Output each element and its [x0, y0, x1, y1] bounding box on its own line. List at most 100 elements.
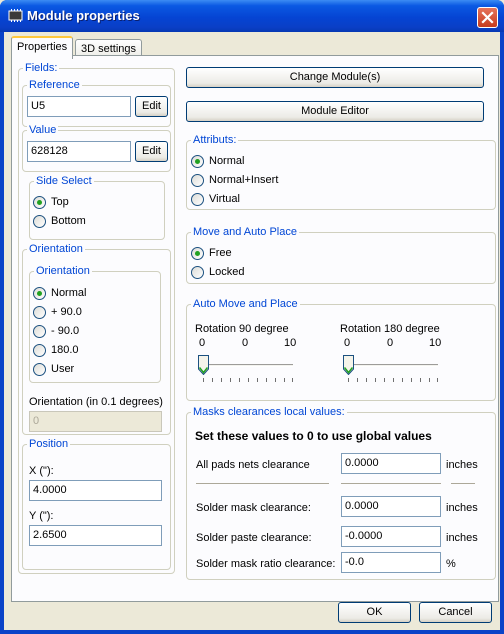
tick: [203, 378, 204, 382]
rot90-current: 0: [242, 337, 249, 349]
separator: [341, 483, 441, 484]
fields-title: Fields:: [23, 62, 60, 74]
radio-dot: [191, 174, 204, 187]
position-y-input[interactable]: 2.6500: [29, 525, 162, 546]
tick: [248, 378, 249, 382]
dialog-window: Module properties Properties 3D settings…: [0, 0, 504, 634]
title-bar[interactable]: Module properties: [0, 0, 504, 32]
separator: [451, 483, 475, 484]
tick: [402, 378, 403, 382]
side-select-group: Side Select Top Bottom: [29, 175, 165, 240]
rot180-label: Rotation 180 degree: [340, 323, 440, 335]
radio-dot: [33, 363, 46, 376]
rot180-slider-track[interactable]: [348, 364, 438, 367]
rot180-min: 0: [344, 337, 351, 349]
fields-group: Fields: Reference U5 Edit Value 628128 E…: [18, 62, 175, 574]
separator: [196, 483, 329, 484]
rot90-min: 0: [199, 337, 206, 349]
orientation-options-group: Orientation Normal + 90.0 - 90.0 180.0 U…: [29, 265, 161, 383]
radio-dot: [33, 215, 46, 228]
solder-mask-ratio-input[interactable]: -0.0: [341, 552, 441, 573]
orientation-group: Orientation Orientation Normal + 90.0 - …: [22, 243, 171, 435]
orientation-user-value-label: Orientation (in 0.1 degrees): [29, 396, 163, 408]
orientation-plus90-label: + 90.0: [51, 306, 82, 318]
radio-dot: [191, 193, 204, 206]
attribut-virtual-label: Virtual: [209, 193, 240, 205]
solder-paste-clearance-unit: inches: [446, 532, 478, 544]
solder-paste-clearance-input[interactable]: -0.0000: [341, 526, 441, 547]
tick: [212, 378, 213, 382]
radio-dot: [33, 287, 46, 300]
rot180-current: 0: [387, 337, 394, 349]
tick: [357, 378, 358, 382]
position-x-label: X ("):: [29, 465, 54, 477]
tick: [411, 378, 412, 382]
orientation-180-label: 180.0: [51, 344, 79, 356]
solder-mask-ratio-label: Solder mask ratio clearance:: [196, 558, 336, 570]
position-title: Position: [27, 438, 71, 450]
radio-dot: [33, 306, 46, 319]
position-x-input[interactable]: 4.0000: [29, 480, 162, 501]
orientation-user-input[interactable]: 0: [29, 411, 162, 432]
tab-properties[interactable]: Properties: [11, 36, 74, 59]
solder-mask-ratio-unit: %: [446, 558, 456, 570]
auto-move-title: Auto Move and Place: [191, 298, 300, 310]
tick: [437, 378, 438, 382]
change-module-button[interactable]: Change Module(s): [186, 67, 484, 88]
ok-button[interactable]: OK: [338, 602, 411, 623]
rot180-slider-thumb[interactable]: [343, 355, 354, 375]
tick: [366, 378, 367, 382]
rot90-slider-thumb[interactable]: [198, 355, 209, 375]
masks-note: Set these values to 0 to use global valu…: [195, 429, 432, 443]
attribut-normal-insert-label: Normal+Insert: [209, 174, 279, 186]
all-pads-clearance-input[interactable]: 0.0000: [341, 453, 441, 474]
radio-dot: [191, 155, 204, 168]
tick: [384, 378, 385, 382]
tick: [420, 378, 421, 382]
position-y-label: Y ("):: [29, 510, 54, 522]
rot90-ticks: [203, 378, 293, 382]
masks-title: Masks clearances local values:: [191, 406, 347, 418]
move-locked-label: Locked: [209, 266, 245, 278]
tick: [292, 378, 293, 382]
orientation-normal-label: Normal: [51, 287, 87, 299]
orientation-user-label: User: [51, 363, 75, 375]
tick: [239, 378, 240, 382]
tick: [221, 378, 222, 382]
solder-mask-clearance-input[interactable]: 0.0000: [341, 496, 441, 517]
all-pads-clearance-label: All pads nets clearance: [196, 459, 310, 471]
value-input[interactable]: 628128: [27, 141, 131, 162]
close-button[interactable]: [477, 7, 498, 28]
value-title: Value: [27, 124, 59, 136]
module-icon: [8, 9, 23, 22]
reference-title: Reference: [27, 79, 82, 91]
radio-dot: [33, 196, 46, 209]
masks-group: Masks clearances local values: Set these…: [186, 406, 496, 580]
tick: [257, 378, 258, 382]
all-pads-clearance-unit: inches: [446, 459, 478, 471]
side-top-label: Top: [51, 196, 69, 208]
reference-group: Reference U5 Edit: [22, 79, 171, 127]
orientation-title: Orientation: [27, 243, 85, 255]
tick: [348, 378, 349, 382]
tick: [429, 378, 430, 382]
rot90-max: 10: [284, 337, 297, 349]
radio-dot: [191, 266, 204, 279]
move-place-title: Move and Auto Place: [191, 226, 299, 238]
reference-edit-button[interactable]: Edit: [135, 96, 168, 117]
radio-dot: [191, 247, 204, 260]
attributs-title: Attributs:: [191, 134, 239, 146]
radio-dot: [33, 325, 46, 338]
rot90-slider-track[interactable]: [203, 364, 293, 367]
close-icon: [481, 11, 494, 24]
value-edit-button[interactable]: Edit: [135, 141, 168, 162]
cancel-button[interactable]: Cancel: [419, 602, 492, 623]
solder-mask-clearance-unit: inches: [446, 502, 478, 514]
tick: [230, 378, 231, 382]
move-free-label: Free: [209, 247, 232, 259]
side-select-title: Side Select: [34, 175, 94, 187]
module-editor-button[interactable]: Module Editor: [186, 101, 484, 122]
reference-input[interactable]: U5: [27, 96, 131, 117]
properties-panel: Fields: Reference U5 Edit Value 628128 E…: [11, 55, 499, 602]
solder-paste-clearance-label: Solder paste clearance:: [196, 532, 312, 544]
